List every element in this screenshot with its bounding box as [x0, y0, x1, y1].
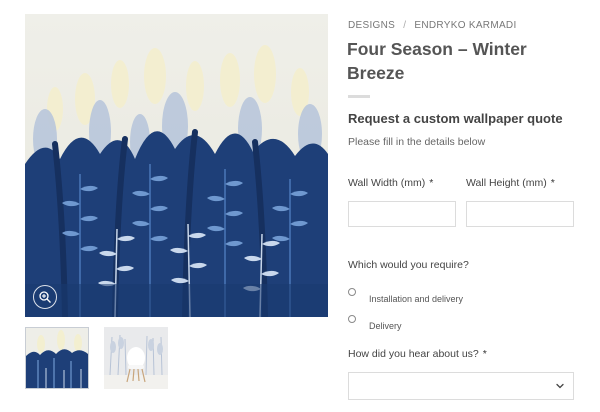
required-marker: * [482, 348, 487, 360]
breadcrumb-link-designs[interactable]: DESIGNS [348, 20, 395, 31]
option-delivery[interactable]: Delivery [348, 315, 402, 331]
option-label: Installation and delivery [369, 294, 464, 304]
option-installation-and-delivery[interactable]: Installation and delivery [348, 288, 464, 304]
product-title: Four Season – Winter Breeze [347, 39, 527, 83]
zoom-in-icon [39, 291, 51, 303]
thumbnail-wallpaper[interactable] [25, 327, 89, 389]
breadcrumb-link-endryko-karmadi[interactable]: ENDRYKO KARMADI [414, 20, 516, 31]
wall-height-label: Wall Height (mm) * [466, 177, 555, 189]
require-question: Which would you require? [348, 259, 469, 271]
required-marker: * [429, 177, 434, 189]
hear-about-select[interactable] [348, 372, 574, 400]
wall-width-label: Wall Width (mm) * [348, 177, 433, 189]
wall-height-label-text: Wall Height (mm) [466, 177, 547, 189]
radio-button[interactable] [348, 315, 356, 323]
required-marker: * [550, 177, 555, 189]
thumbnail-wallpaper-image [26, 328, 88, 388]
wall-width-label-text: Wall Width (mm) [348, 177, 426, 189]
chevron-down-icon [556, 383, 564, 389]
breadcrumb-separator: / [403, 20, 407, 31]
thumbnail-room-image [104, 327, 168, 389]
radio-button[interactable] [348, 288, 356, 296]
wallpaper-illustration [25, 14, 328, 317]
zoom-button[interactable] [33, 285, 57, 309]
wall-height-input[interactable] [466, 201, 574, 227]
title-divider [348, 95, 370, 98]
thumbnail-room-scene[interactable] [104, 327, 168, 389]
option-label: Delivery [369, 321, 402, 331]
hear-about-label: How did you hear about us? * [348, 348, 487, 360]
quote-subtext: Please fill in the details below [348, 136, 486, 148]
wall-width-input[interactable] [348, 201, 456, 227]
hear-about-label-text: How did you hear about us? [348, 348, 479, 360]
product-main-image[interactable] [25, 14, 328, 317]
breadcrumb: DESIGNS / ENDRYKO KARMADI [348, 20, 517, 31]
quote-heading: Request a custom wallpaper quote [348, 111, 563, 126]
